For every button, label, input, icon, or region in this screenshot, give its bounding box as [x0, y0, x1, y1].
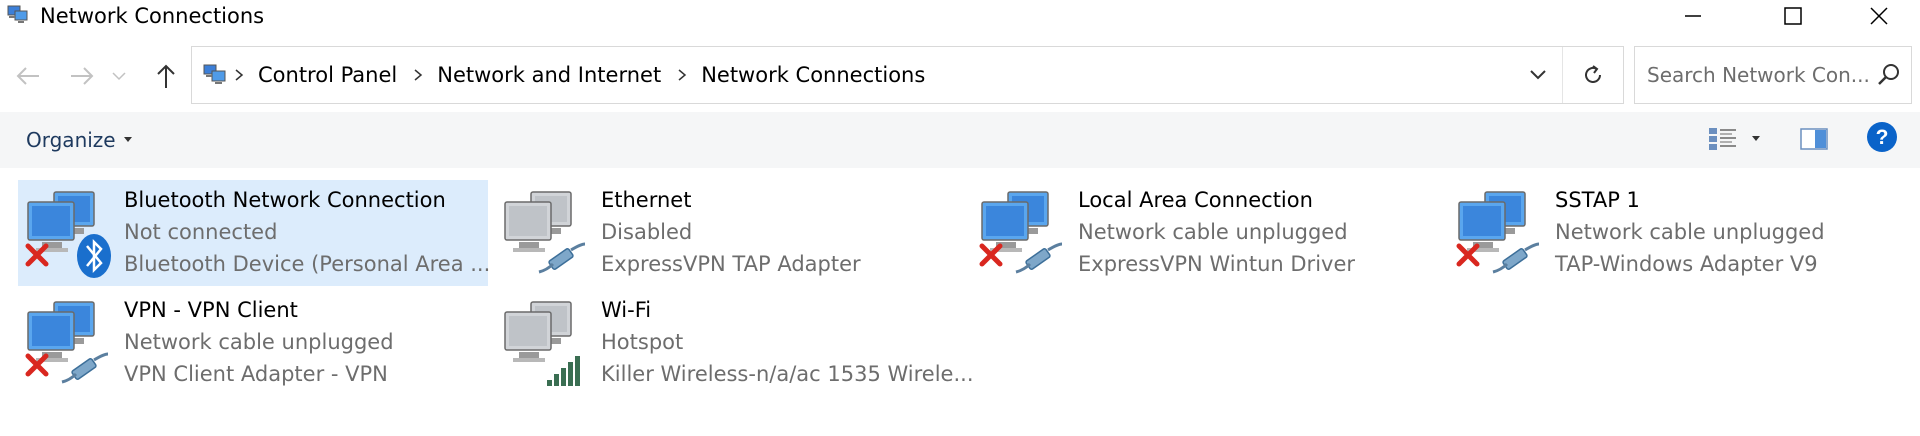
network-adapter-icon [25, 191, 111, 278]
network-adapter-icon [1456, 191, 1540, 274]
connection-name: Bluetooth Network Connection [124, 188, 446, 212]
search-icon[interactable] [1877, 63, 1901, 87]
connection-name: Local Area Connection [1078, 188, 1313, 212]
network-cable-icon [538, 242, 586, 274]
network-adapter-icon [25, 301, 109, 384]
connection-text: Ethernet Disabled ExpressVPN TAP Adapter [601, 184, 861, 280]
preview-pane-button[interactable] [1800, 124, 1828, 154]
connection-status: Network cable unplugged [1078, 220, 1348, 244]
up-button[interactable] [146, 56, 186, 96]
connection-item-vpn-client[interactable]: VPN - VPN Client Network cable unplugged V… [18, 290, 488, 396]
signal-strength-icon [547, 356, 580, 386]
recent-locations-button[interactable] [109, 56, 129, 96]
connection-device: Bluetooth Device (Personal Area ... [124, 252, 491, 276]
breadcrumb-separator-icon[interactable] [413, 68, 423, 82]
connection-status: Network cable unplugged [124, 330, 394, 354]
connection-name: Ethernet [601, 188, 692, 212]
back-button[interactable] [8, 56, 48, 96]
maximize-button[interactable] [1748, 0, 1838, 32]
maximize-icon [1784, 7, 1802, 25]
navigation-row: Control Panel Network and Internet Netwo… [0, 46, 1920, 106]
breadcrumb: Control Panel Network and Internet Netwo… [234, 47, 925, 103]
connection-item-bluetooth[interactable]: Bluetooth Network Connection Not connecte… [18, 180, 490, 286]
connection-name: VPN - VPN Client [124, 298, 298, 322]
connection-text: Bluetooth Network Connection Not connecte… [124, 184, 490, 280]
connection-device: VPN Client Adapter - VPN [124, 362, 388, 386]
network-connections-app-icon [7, 5, 28, 23]
connection-device: ExpressVPN Wintun Driver [1078, 252, 1356, 276]
address-bar[interactable]: Control Panel Network and Internet Netwo… [191, 46, 1624, 104]
help-icon: ? [1867, 122, 1897, 152]
view-options-dropdown[interactable] [1752, 124, 1760, 154]
forward-button[interactable] [62, 56, 102, 96]
chevron-down-icon [1530, 70, 1546, 80]
connection-name: Wi-Fi [601, 298, 652, 322]
organize-label: Organize [26, 128, 116, 152]
connection-text: Local Area Connection Network cable unplu… [1078, 184, 1355, 280]
breadcrumb-separator-icon[interactable] [234, 68, 244, 82]
connection-status: Hotspot [601, 330, 684, 354]
breadcrumb-separator-icon[interactable] [677, 68, 687, 82]
chevron-down-icon [112, 72, 126, 81]
search-box[interactable]: Search Network Con... [1634, 46, 1912, 104]
breadcrumb-control-panel[interactable]: Control Panel [258, 63, 397, 87]
network-adapter-icon [504, 301, 580, 386]
back-arrow-icon [16, 67, 39, 85]
network-cable-icon [61, 352, 109, 384]
view-options-icon [1709, 128, 1736, 150]
command-bar: Organize ? [0, 112, 1920, 168]
connection-device: ExpressVPN TAP Adapter [601, 252, 861, 276]
svg-text:?: ? [1876, 126, 1889, 149]
change-view-button[interactable] [1708, 124, 1738, 154]
breadcrumb-network-and-internet[interactable]: Network and Internet [437, 63, 661, 87]
help-button[interactable]: ? [1866, 122, 1898, 152]
network-cable-icon [1492, 242, 1540, 274]
close-icon [1870, 7, 1888, 25]
connection-text: Wi-Fi Hotspot Killer Wireless-n/a/ac 1535 … [601, 294, 974, 390]
connection-item-local-area[interactable]: Local Area Connection Network cable unplu… [972, 180, 1442, 286]
caret-down-icon [1752, 136, 1760, 141]
network-connections-folder-icon [203, 64, 226, 84]
connection-device: TAP-Windows Adapter V9 [1555, 252, 1818, 276]
address-history-button[interactable] [1513, 47, 1563, 103]
connection-device: Killer Wireless-n/a/ac 1535 Wirele... [601, 362, 974, 386]
forward-arrow-icon [71, 67, 94, 85]
close-button[interactable] [1834, 0, 1920, 32]
connection-name: SSTAP 1 [1555, 188, 1640, 212]
bluetooth-icon [77, 234, 111, 278]
connection-status: Disabled [601, 220, 693, 244]
network-adapter-icon [504, 191, 586, 274]
search-input[interactable]: Search Network Con... [1647, 63, 1870, 87]
up-arrow-icon [157, 64, 175, 88]
connection-item-sstap[interactable]: SSTAP 1 Network cable unplugged TAP-Window… [1449, 180, 1919, 286]
minimize-button[interactable] [1648, 0, 1738, 32]
connection-text: SSTAP 1 Network cable unplugged TAP-Window… [1555, 184, 1825, 280]
connection-status: Network cable unplugged [1555, 220, 1825, 244]
network-adapter-icon [979, 191, 1063, 274]
network-cable-icon [1015, 242, 1063, 274]
minimize-icon [1685, 15, 1701, 17]
connection-item-wifi[interactable]: Wi-Fi Hotspot Killer Wireless-n/a/ac 1535 … [495, 290, 974, 396]
refresh-icon [1585, 65, 1601, 83]
breadcrumb-network-connections[interactable]: Network Connections [701, 63, 925, 87]
connection-item-ethernet[interactable]: Ethernet Disabled ExpressVPN TAP Adapter [495, 180, 965, 286]
preview-pane-icon [1800, 128, 1828, 150]
connection-text: VPN - VPN Client Network cable unplugged V… [124, 294, 394, 390]
window-title: Network Connections [40, 4, 265, 28]
caret-down-icon [123, 137, 132, 142]
connections-list: Bluetooth Network Connection Not connecte… [0, 170, 1920, 436]
organize-menu-button[interactable]: Organize [26, 128, 132, 152]
refresh-button[interactable] [1562, 47, 1623, 103]
connection-status: Not connected [124, 220, 278, 244]
title-bar: Network Connections [0, 0, 1920, 32]
